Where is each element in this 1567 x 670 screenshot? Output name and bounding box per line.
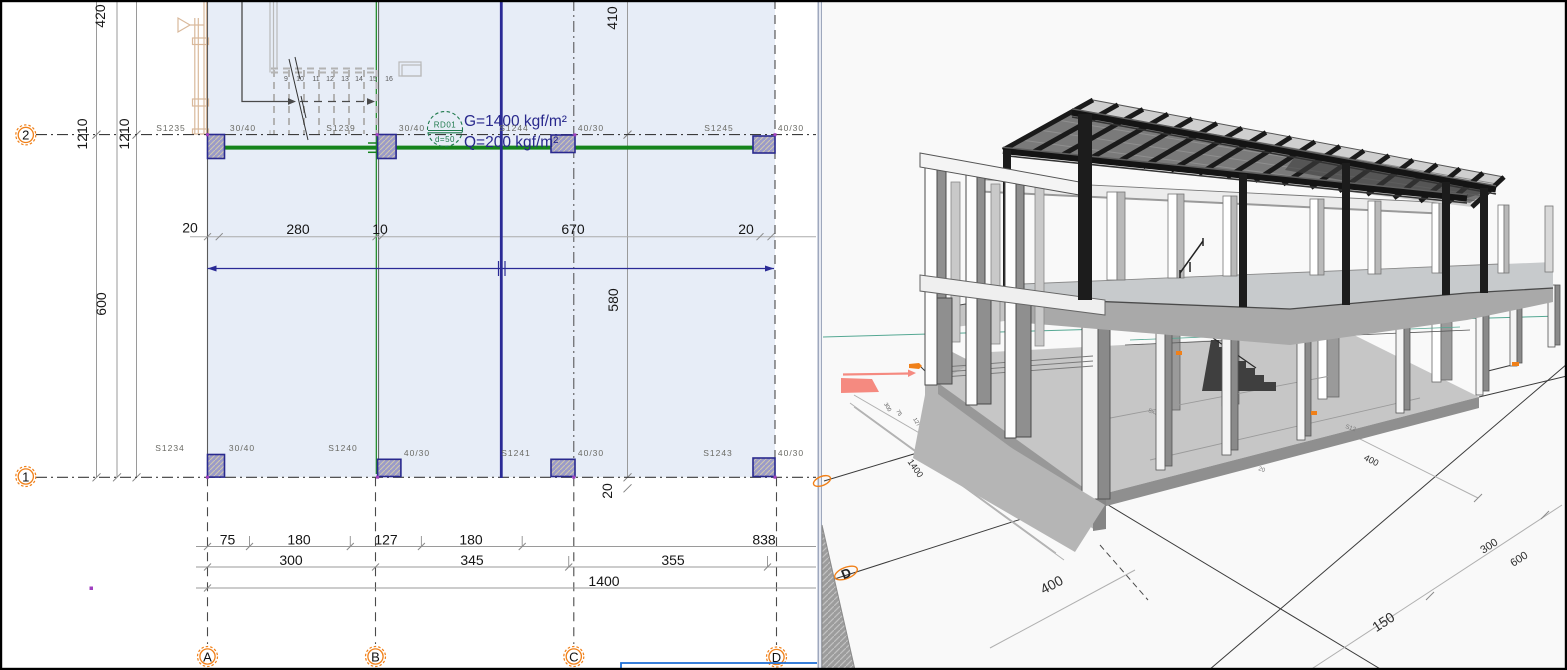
svg-text:40/30: 40/30 [578,448,604,458]
svg-text:1210: 1210 [116,118,132,149]
svg-text:d=50: d=50 [435,135,455,144]
svg-text:11: 11 [312,76,319,83]
svg-text:15: 15 [369,76,377,83]
svg-text:S1239: S1239 [326,123,356,133]
svg-text:127: 127 [374,532,398,548]
svg-text:40/30: 40/30 [778,448,804,458]
svg-text:75: 75 [220,532,236,548]
svg-text:13: 13 [341,76,349,83]
svg-text:S1243: S1243 [703,448,733,458]
svg-text:420: 420 [92,4,108,28]
svg-text:345: 345 [460,552,484,568]
svg-text:Q=200 kgf/m²: Q=200 kgf/m² [464,134,558,151]
svg-text:180: 180 [287,532,311,548]
svg-text:RD01: RD01 [434,121,457,130]
svg-text:S1234: S1234 [155,443,185,453]
svg-text:1400: 1400 [588,573,619,589]
svg-text:280: 280 [286,221,310,237]
svg-text:20: 20 [738,221,754,237]
svg-text:S1235: S1235 [156,123,186,133]
svg-text:9: 9 [284,76,288,83]
svg-text:20: 20 [182,220,198,236]
svg-text:S1245: S1245 [704,123,734,133]
svg-text:580: 580 [605,288,621,312]
svg-text:10: 10 [372,221,388,237]
svg-text:180: 180 [459,532,483,548]
svg-text:2: 2 [22,128,29,143]
svg-text:C: C [569,649,578,664]
svg-text:20: 20 [599,483,615,499]
svg-text:300: 300 [279,552,303,568]
svg-text:B: B [371,649,380,664]
svg-text:30/40: 30/40 [229,443,255,453]
svg-text:600: 600 [93,292,109,316]
svg-text:30/40: 30/40 [399,123,425,133]
svg-text:40/30: 40/30 [778,123,804,133]
svg-text:12: 12 [326,76,334,83]
svg-text:S1240: S1240 [328,443,358,453]
svg-text:40/30: 40/30 [578,123,604,133]
svg-text:14: 14 [355,76,363,83]
svg-text:A: A [203,649,212,664]
svg-text:1210: 1210 [74,118,90,149]
svg-text:S1241: S1241 [501,448,531,458]
svg-text:16: 16 [385,76,393,83]
svg-text:410: 410 [604,6,620,30]
svg-text:40/30: 40/30 [404,448,430,458]
svg-text:S1244: S1244 [499,123,529,133]
svg-text:355: 355 [661,552,685,568]
svg-text:30/40: 30/40 [230,123,256,133]
svg-text:670: 670 [561,221,585,237]
svg-text:838: 838 [752,532,776,548]
svg-text:1: 1 [22,469,29,484]
